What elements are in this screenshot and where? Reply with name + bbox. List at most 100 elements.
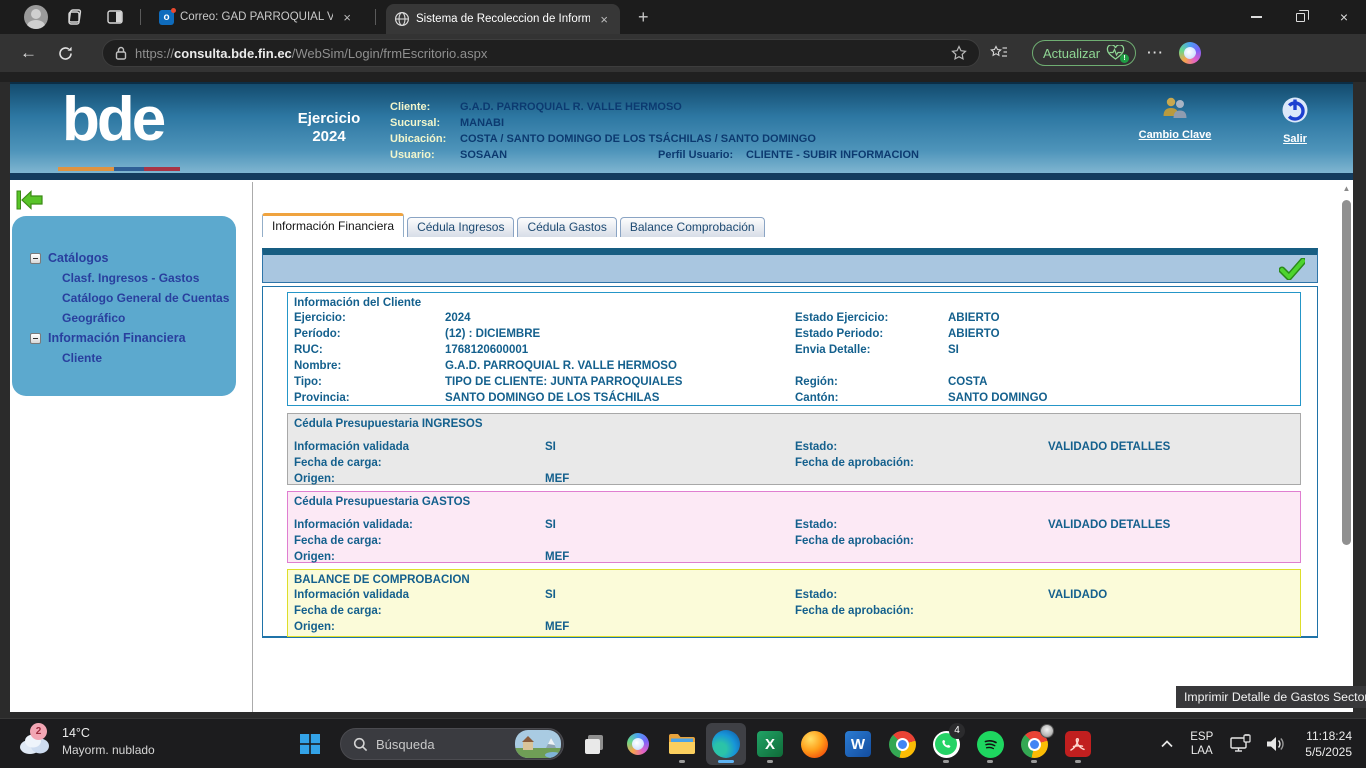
toolbar-band <box>262 248 1318 283</box>
copilot-icon[interactable] <box>1179 42 1201 64</box>
actualizar-button[interactable]: Actualizar ! <box>1032 40 1136 66</box>
tab-balance-comprobacion[interactable]: Balance Comprobación <box>620 217 765 237</box>
taskbar-acrobat[interactable] <box>1058 723 1098 765</box>
favorite-star-icon[interactable] <box>951 45 967 61</box>
workspaces-icon[interactable] <box>62 4 88 30</box>
sidebar-item-cliente[interactable]: Cliente <box>12 348 236 368</box>
row-label: Estado Ejercicio: <box>795 312 948 324</box>
volume-icon[interactable] <box>1265 735 1287 753</box>
language-top: ESP <box>1190 731 1213 743</box>
restore-button[interactable] <box>1278 1 1322 33</box>
search-highlight-image[interactable] <box>515 730 561 758</box>
row-value: COSTA <box>948 376 1300 388</box>
salir-button[interactable]: Salir <box>1240 96 1350 145</box>
tab-close-icon[interactable]: × <box>339 10 355 25</box>
url-text: https://consulta.bde.fin.ec/WebSim/Login… <box>135 46 487 61</box>
profile-overlay-icon <box>1040 724 1054 738</box>
taskbar-chrome-profile[interactable] <box>1014 723 1054 765</box>
scrollbar-thumb[interactable] <box>1342 200 1351 545</box>
app-tabs: Información Financiera Cédula Ingresos C… <box>262 213 765 237</box>
minimize-button[interactable] <box>1234 1 1278 33</box>
tab-correo[interactable]: o Correo: GAD PARROQUIAL VALLE × <box>151 2 363 32</box>
refresh-button[interactable] <box>47 45 84 62</box>
weather-widget[interactable]: 2 14°C Mayorm. nublado <box>16 725 155 759</box>
tab-informacion-financiera[interactable]: Información Financiera <box>262 213 404 237</box>
actualizar-badge: ! <box>1120 54 1129 63</box>
sidebar-item-clasf-ingresos-gastos[interactable]: Clasf. Ingresos - Gastos <box>12 268 236 288</box>
panels-container: Información del Cliente Ejercicio:2024Es… <box>262 286 1318 638</box>
back-button[interactable]: ← <box>10 43 47 63</box>
taskbar-file-explorer[interactable] <box>662 723 702 765</box>
cambio-clave-button[interactable]: Cambio Clave <box>1120 96 1230 141</box>
row-value: SANTO DOMINGO DE LOS TSÁCHILAS <box>445 392 795 404</box>
row-value: VALIDADO DETALLES <box>1048 441 1300 453</box>
running-indicator <box>943 760 949 763</box>
taskbar-excel[interactable]: X <box>750 723 790 765</box>
language-indicator[interactable]: ESP LAA <box>1190 730 1213 758</box>
field-label: Cliente: <box>390 101 460 113</box>
ejercicio-word: Ejercicio <box>298 110 361 127</box>
taskbar-task-view[interactable] <box>574 723 614 765</box>
row-value: ABIERTO <box>948 328 1300 340</box>
taskbar-chrome[interactable] <box>882 723 922 765</box>
more-menu-icon[interactable]: ⋯ <box>1136 43 1173 63</box>
active-indicator <box>718 760 734 763</box>
row-label: Información validada: <box>294 519 545 531</box>
panel-title: Cédula Presupuestaria GASTOS <box>288 494 1300 509</box>
collapse-node-icon[interactable] <box>30 333 41 344</box>
start-button[interactable] <box>290 723 330 765</box>
power-icon <box>1281 96 1309 124</box>
row-label: Región: <box>795 376 948 388</box>
tab-close-icon[interactable]: × <box>596 12 612 27</box>
tab-cedula-gastos[interactable]: Cédula Gastos <box>517 217 616 237</box>
chrome-icon <box>889 731 916 758</box>
taskbar-spotify[interactable] <box>970 723 1010 765</box>
row-value: SI <box>948 344 1300 356</box>
row-value: G.A.D. PARROQUIAL R. VALLE HERMOSO <box>445 360 795 372</box>
lock-icon <box>115 46 127 60</box>
scroll-up-icon[interactable]: ▲ <box>1340 180 1353 193</box>
tab-cedula-ingresos[interactable]: Cédula Ingresos <box>407 217 514 237</box>
taskbar-edge[interactable] <box>706 723 746 765</box>
close-window-button[interactable]: × <box>1322 1 1366 33</box>
browser-profile-avatar[interactable] <box>24 5 48 29</box>
ejercicio-year: 2024 <box>312 128 345 145</box>
running-indicator <box>679 760 685 763</box>
taskbar-whatsapp[interactable]: 4 <box>926 723 966 765</box>
tab-sistema[interactable]: Sistema de Recoleccion de Inform × <box>386 4 620 34</box>
address-bar[interactable]: https://consulta.bde.fin.ec/WebSim/Login… <box>102 39 980 67</box>
running-indicator <box>767 760 773 763</box>
system-tray: ESP LAA 11:18:24 5/5/2025 <box>1154 719 1358 768</box>
row-label: Fecha de carga: <box>294 457 545 469</box>
tray-chevron-icon[interactable] <box>1160 740 1174 748</box>
taskbar-word[interactable]: W <box>838 723 878 765</box>
network-icon[interactable] <box>1229 734 1253 754</box>
sidebar-item-informacion-financiera[interactable]: Información Financiera <box>12 328 236 348</box>
taskbar-copilot[interactable] <box>618 723 658 765</box>
cloud-icon: 2 <box>16 725 56 759</box>
page-scrollbar[interactable]: ▲ <box>1340 180 1353 712</box>
row-label: Origen: <box>294 551 545 563</box>
row-label: Origen: <box>294 473 545 485</box>
taskbar-firefox[interactable] <box>794 723 834 765</box>
search-input[interactable] <box>376 737 506 752</box>
sidebar-item-catalogos[interactable]: Catálogos <box>12 248 236 268</box>
row-label: Fecha de carga: <box>294 605 545 617</box>
collapse-menu-icon[interactable] <box>16 188 44 212</box>
sidebar-item-geografico[interactable]: Geográfico <box>12 308 236 328</box>
collections-icon[interactable] <box>980 45 1018 61</box>
sidebar-item-label: Clasf. Ingresos - Gastos <box>62 271 199 285</box>
taskbar-search[interactable] <box>340 728 564 760</box>
tab-actions-icon[interactable] <box>102 4 128 30</box>
new-tab-button[interactable]: + <box>632 7 655 28</box>
sidebar-item-label: Geográfico <box>62 311 125 325</box>
collapse-node-icon[interactable] <box>30 253 41 264</box>
taskbar: 2 14°C Mayorm. nublado <box>0 718 1366 768</box>
clock[interactable]: 11:18:24 5/5/2025 <box>1305 728 1352 760</box>
row-label: Estado: <box>795 589 1048 601</box>
panel-title: Información del Cliente <box>288 295 1300 310</box>
weather-badge: 2 <box>30 723 47 740</box>
sidebar-item-catalogo-general-cuentas[interactable]: Catálogo General de Cuentas <box>12 288 236 308</box>
row-label: Estado: <box>795 519 1048 531</box>
edge-icon <box>712 730 740 758</box>
